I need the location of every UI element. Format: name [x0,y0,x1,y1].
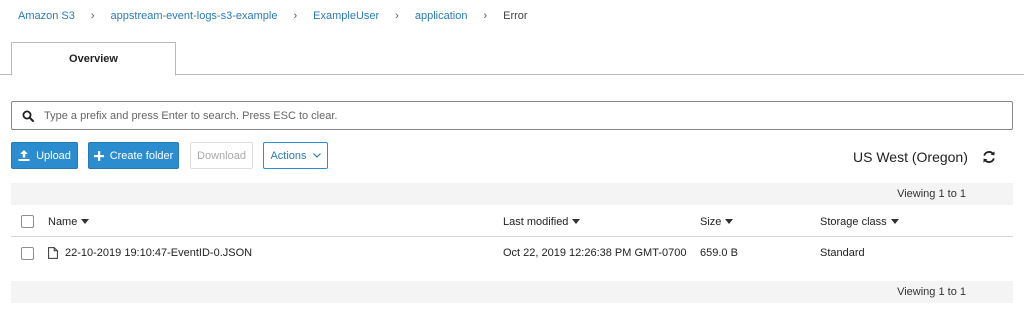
column-header-last-modified[interactable]: Last modified [503,207,581,236]
create-folder-label: Create folder [109,149,174,162]
plus-icon [93,150,104,161]
download-label: Download [197,149,246,162]
sort-caret-icon [572,219,581,224]
viewing-count-bottom: Viewing 1 to 1 [11,281,1013,303]
actions-label: Actions [270,149,307,162]
column-size-label: Size [700,215,722,228]
last-modified-cell: Oct 22, 2019 12:26:38 PM GMT-0700 [503,247,687,259]
download-button[interactable]: Download [190,142,253,169]
breadcrumb-separator: › [90,10,95,22]
column-header-storage-class[interactable]: Storage class [820,207,899,236]
viewing-count-text: Viewing 1 to 1 [897,286,966,298]
breadcrumb-separator: › [293,10,298,22]
breadcrumb-amazon-s3[interactable]: Amazon S3 [18,10,75,22]
row-checkbox[interactable] [21,246,34,260]
actions-dropdown[interactable]: Actions [263,142,328,169]
upload-icon [18,150,30,161]
chevron-down-icon [312,153,321,158]
table-header: Name Last modified Size Storage class [11,207,1013,237]
sort-caret-icon [81,219,90,224]
column-name-label: Name [48,215,78,228]
storage-class-cell: Standard [820,247,865,259]
create-folder-button[interactable]: Create folder [88,142,179,169]
breadcrumb-separator: › [483,10,488,22]
column-last-modified-label: Last modified [503,215,569,228]
search-icon [12,101,44,130]
breadcrumb-current: Error [503,10,528,22]
tab-bar: Overview [0,42,1024,76]
breadcrumb-application-folder[interactable]: application [415,10,468,22]
region-label: US West (Oregon) [853,149,968,165]
refresh-icon[interactable] [982,150,996,164]
row-select-cell [21,238,34,268]
upload-label: Upload [36,149,71,162]
breadcrumb: Amazon S3 › appstream-event-logs-s3-exam… [18,8,528,24]
select-all-cell [21,207,34,236]
search-box [11,101,1013,130]
upload-button[interactable]: Upload [11,142,78,169]
sort-caret-icon [725,219,734,224]
search-input[interactable] [44,102,1012,129]
breadcrumb-bucket[interactable]: appstream-event-logs-s3-example [111,10,278,22]
size-cell: 659.0 B [700,247,738,259]
column-header-size[interactable]: Size [700,207,734,236]
table-row: 22-10-2019 19:10:47-EventID-0.JSON Oct 2… [11,238,1013,268]
file-name-cell[interactable]: 22-10-2019 19:10:47-EventID-0.JSON [48,238,252,268]
select-all-checkbox[interactable] [21,215,34,228]
breadcrumb-separator: › [395,10,399,22]
tab-overview[interactable]: Overview [11,42,176,76]
file-icon [48,247,58,259]
column-header-name[interactable]: Name [48,207,90,236]
column-storage-class-label: Storage class [820,215,887,228]
viewing-count-top: Viewing 1 to 1 [11,183,1013,205]
breadcrumb-user-folder[interactable]: ExampleUser [313,10,379,22]
viewing-count-text: Viewing 1 to 1 [897,188,966,200]
sort-caret-icon [890,219,899,224]
file-name: 22-10-2019 19:10:47-EventID-0.JSON [65,247,253,259]
